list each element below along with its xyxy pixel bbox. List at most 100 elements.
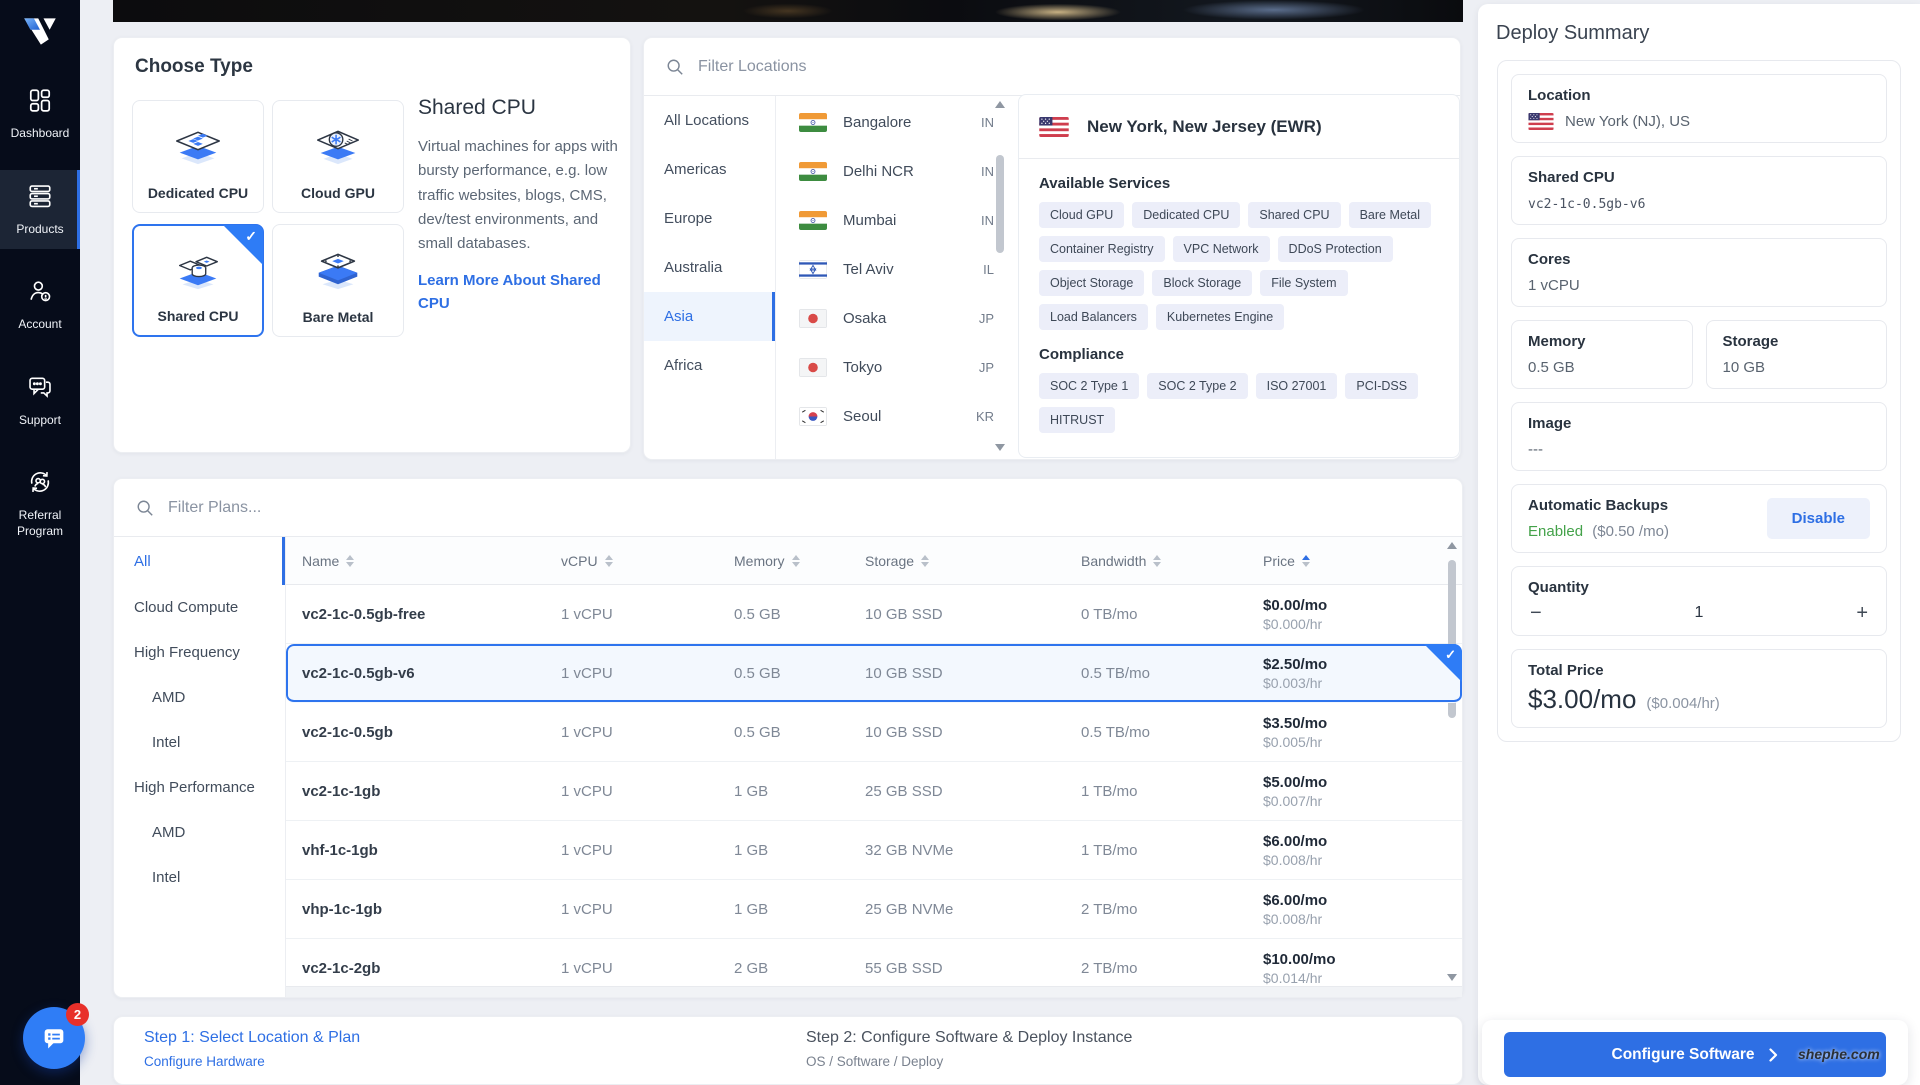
sidebar-item-account[interactable]: Account (0, 265, 80, 345)
vultr-logo[interactable] (0, 0, 80, 46)
chat-fab[interactable]: 2 (23, 1007, 85, 1069)
plan-row-vc2-1c-1gb[interactable]: vc2-1c-1gb1 vCPU1 GB25 GB SSD1 TB/mo$5.0… (286, 762, 1462, 821)
plan-row-vc2-1c-0.5gb-v6[interactable]: vc2-1c-0.5gb-v61 vCPU0.5 GB10 GB SSD0.5 … (286, 644, 1462, 703)
filter-locations-input[interactable] (698, 58, 1254, 76)
plan-vcpu: 1 vCPU (561, 901, 734, 918)
type-option-label: Cloud GPU (301, 185, 375, 201)
continent-list: All LocationsAmericasEuropeAustraliaAsia… (644, 96, 776, 459)
city-name: Osaka (843, 310, 886, 327)
plan-row-vc2-1c-0.5gb-free[interactable]: vc2-1c-0.5gb-free1 vCPU0.5 GB10 GB SSD0 … (286, 585, 1462, 644)
type-option-bare-metal[interactable]: Bare Metal (272, 224, 404, 337)
continent-africa[interactable]: Africa (644, 341, 775, 390)
plan-category-intel[interactable]: Intel (114, 855, 285, 900)
column-header-storage[interactable]: Storage (865, 553, 1081, 569)
type-option-shared-cpu[interactable]: Shared CPU (132, 224, 264, 337)
column-header-name[interactable]: Name (302, 553, 561, 569)
column-header-vcpu[interactable]: vCPU (561, 553, 734, 569)
country-code: IN (981, 164, 994, 179)
city-tel-aviv[interactable]: Tel AvivIL (776, 245, 1008, 294)
plan-category-amd[interactable]: AMD (114, 810, 285, 855)
disable-backups-button[interactable]: Disable (1767, 498, 1870, 539)
service-badge: VPC Network (1173, 236, 1270, 262)
learn-more-link[interactable]: Learn More About Shared CPU (418, 270, 618, 315)
city-bangalore[interactable]: BangaloreIN (776, 98, 1008, 147)
type-detail-title: Shared CPU (418, 96, 618, 120)
plan-row-vhp-1c-1gb[interactable]: vhp-1c-1gb1 vCPU1 GB25 GB NVMe2 TB/mo$6.… (286, 880, 1462, 939)
sidebar-item-products[interactable]: Products (0, 170, 80, 250)
continent-australia[interactable]: Australia (644, 243, 775, 292)
city-tokyo[interactable]: TokyoJP (776, 343, 1008, 392)
plan-name: vc2-1c-0.5gb-v6 (302, 665, 561, 682)
scroll-down-icon[interactable] (995, 444, 1005, 451)
plan-category-intel[interactable]: Intel (114, 720, 285, 765)
plan-category-all[interactable]: All (114, 537, 285, 585)
city-delhi-ncr[interactable]: Delhi NCRIN (776, 147, 1008, 196)
continent-all-locations[interactable]: All Locations (644, 96, 775, 145)
sidebar-item-support[interactable]: Support (0, 361, 80, 441)
service-badge: Container Registry (1039, 236, 1165, 262)
continent-europe[interactable]: Europe (644, 194, 775, 243)
city-osaka[interactable]: OsakaJP (776, 294, 1008, 343)
service-chip-list: Cloud GPUDedicated CPUShared CPUBare Met… (1039, 202, 1439, 330)
column-header-bandwidth[interactable]: Bandwidth (1081, 553, 1263, 569)
referral-icon (27, 469, 53, 500)
quantity-decrease-button[interactable]: − (1530, 603, 1542, 623)
plan-memory: 0.5 GB (734, 724, 865, 741)
type-option-label: Bare Metal (303, 309, 374, 325)
type-detail: Shared CPU Virtual machines for apps wit… (418, 96, 618, 315)
plan-storage: 10 GB SSD (865, 665, 1081, 682)
scroll-down-icon[interactable] (1447, 974, 1457, 981)
location-value: New York (NJ), US (1565, 113, 1690, 130)
continent-americas[interactable]: Americas (644, 145, 775, 194)
compliance-badge: HITRUST (1039, 407, 1115, 433)
city-mumbai[interactable]: Mumbai IN (776, 196, 1008, 245)
column-header-memory[interactable]: Memory (734, 553, 865, 569)
locations-scrollbar[interactable] (994, 101, 1006, 451)
chevron-right-icon (1769, 1048, 1778, 1062)
column-header-price[interactable]: Price (1263, 553, 1462, 569)
sidebar-item-referral[interactable]: Referral Program (0, 456, 80, 551)
plan-category-high-performance[interactable]: High Performance (114, 765, 285, 810)
plan-memory: 1 GB (734, 783, 865, 800)
jp-flag-icon (799, 309, 827, 328)
plan-memory: 0.5 GB (734, 665, 865, 682)
plan-category-high-frequency[interactable]: High Frequency (114, 630, 285, 675)
city-name: Mumbai (843, 212, 896, 229)
plan-row-vc2-1c-0.5gb[interactable]: vc2-1c-0.5gb1 vCPU0.5 GB10 GB SSD0.5 TB/… (286, 703, 1462, 762)
compliance-chip-list: SOC 2 Type 1SOC 2 Type 2ISO 27001PCI-DSS… (1039, 373, 1439, 433)
type-option-cloud-gpu[interactable]: Cloud GPU (272, 100, 404, 213)
city-seoul[interactable]: SeoulKR (776, 392, 1008, 441)
continent-asia[interactable]: Asia (644, 292, 775, 341)
plan-row-vhf-1c-1gb[interactable]: vhf-1c-1gb1 vCPU1 GB32 GB NVMe1 TB/mo$6.… (286, 821, 1462, 880)
compliance-badge: SOC 2 Type 2 (1147, 373, 1247, 399)
plans-scrollbar[interactable] (1446, 542, 1458, 981)
dashboard-icon (27, 87, 53, 118)
plan-category-cloud-compute[interactable]: Cloud Compute (114, 585, 285, 630)
plan-price: $6.00/mo$0.008/hr (1263, 892, 1462, 927)
scroll-up-icon[interactable] (995, 101, 1005, 108)
service-badge: Object Storage (1039, 270, 1144, 296)
filter-plans-input[interactable] (168, 499, 1096, 517)
plan-category-amd[interactable]: AMD (114, 675, 285, 720)
plan-memory: 2 GB (734, 960, 865, 977)
quantity-increase-button[interactable]: + (1856, 603, 1868, 623)
sidebar-item-dashboard[interactable]: Dashboard (0, 74, 80, 154)
quantity-value[interactable]: 1 (1695, 604, 1704, 622)
step1-title[interactable]: Step 1: Select Location & Plan (144, 1029, 360, 1047)
plan-bandwidth: 2 TB/mo (1081, 901, 1263, 918)
compliance-badge: SOC 2 Type 1 (1039, 373, 1139, 399)
plan-name: vhp-1c-1gb (302, 901, 561, 918)
plans-table-header: NamevCPUMemoryStorageBandwidthPrice (286, 537, 1462, 585)
sort-icon (346, 555, 354, 567)
column-label: Price (1263, 553, 1295, 569)
country-code: IN (981, 213, 994, 228)
type-option-dedicated-cpu[interactable]: Dedicated CPU (132, 100, 264, 213)
search-icon (136, 499, 154, 517)
step1-subtitle[interactable]: Configure Hardware (144, 1054, 360, 1069)
scroll-up-icon[interactable] (1447, 542, 1457, 549)
jp-flag-icon (799, 358, 827, 377)
backups-status: Enabled (1528, 523, 1583, 540)
plan-storage: 10 GB SSD (865, 606, 1081, 623)
locations-scrollbar-thumb[interactable] (996, 155, 1004, 253)
filter-locations-search (644, 38, 1460, 96)
